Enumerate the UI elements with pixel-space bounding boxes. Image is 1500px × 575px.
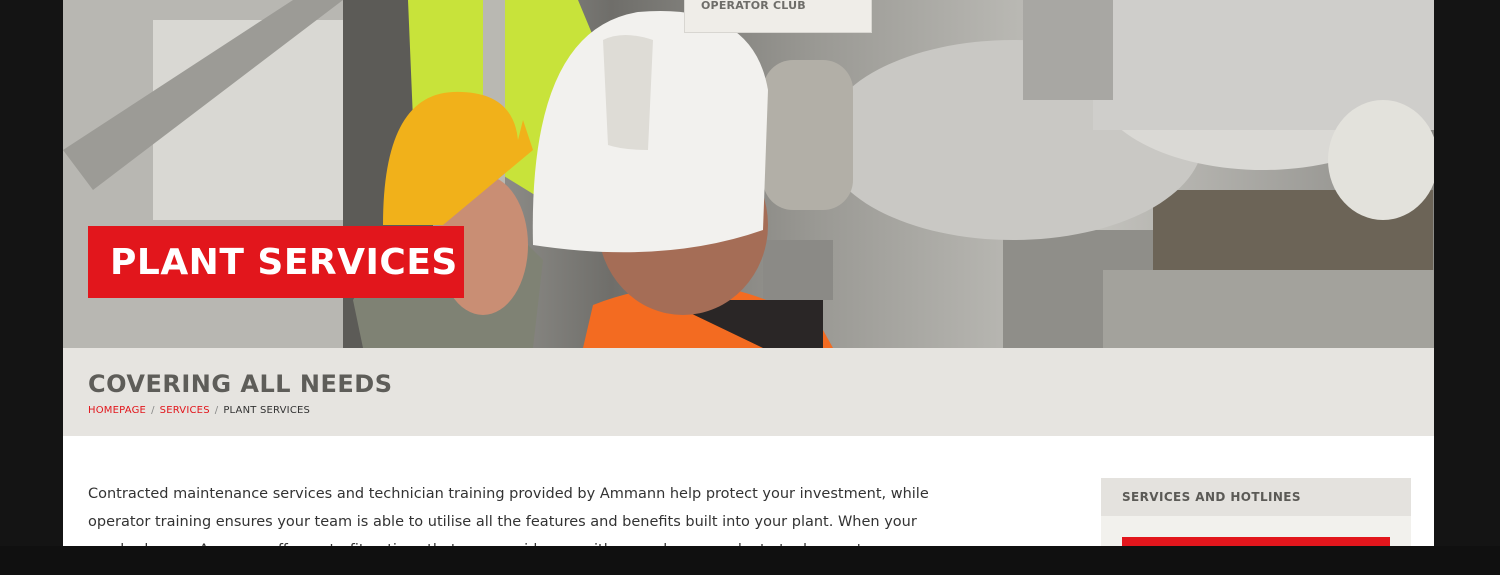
hero-title: PLANT SERVICES (110, 241, 458, 283)
hero-image: OPERATOR CLUB PLANT SERVICES (63, 0, 1434, 348)
monitor-bezel (0, 546, 1500, 575)
breadcrumb-services[interactable]: SERVICES (160, 405, 210, 416)
sidebar-red-button[interactable] (1122, 537, 1390, 546)
browser-viewport: OPERATOR CLUB PLANT SERVICES COVERING AL… (63, 0, 1434, 546)
breadcrumb: HOMEPAGE / SERVICES / PLANT SERVICES (88, 405, 310, 416)
sidebar-services-hotlines: SERVICES AND HOTLINES (1101, 478, 1411, 546)
breadcrumb-separator: / (214, 405, 219, 416)
sidebar-heading: SERVICES AND HOTLINES (1101, 478, 1411, 516)
hero-title-badge: PLANT SERVICES (88, 226, 464, 298)
breadcrumb-homepage[interactable]: HOMEPAGE (88, 405, 146, 416)
nav-dropdown-item-operator-club[interactable]: OPERATOR CLUB (701, 0, 806, 12)
breadcrumb-current: PLANT SERVICES (223, 405, 311, 416)
intro-text: Contracted maintenance services and tech… (88, 480, 1008, 546)
nav-dropdown[interactable]: OPERATOR CLUB (684, 0, 872, 33)
page-title-band: COVERING ALL NEEDS HOMEPAGE / SERVICES / PLA… (63, 348, 1434, 436)
breadcrumb-separator: / (151, 405, 155, 416)
intro-line: needs change, Ammann offers retrofit opt… (88, 536, 1008, 546)
page-title: COVERING ALL NEEDS (88, 370, 393, 398)
intro-line: Contracted maintenance services and tech… (88, 486, 929, 502)
intro-line: operator training ensures your team is a… (88, 514, 917, 530)
